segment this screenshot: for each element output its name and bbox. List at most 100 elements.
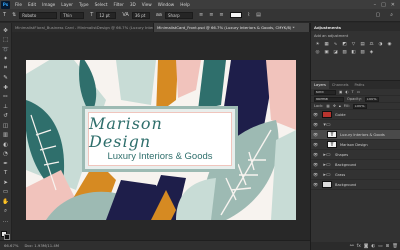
healing-brush-tool-icon[interactable]: ✚ [1, 84, 10, 92]
layer-row[interactable]: 👁︎ Guide [311, 110, 400, 120]
lasso-tool-icon[interactable]: ➰ [1, 46, 10, 54]
canvas-workspace[interactable]: Marison Design Luxury Interiors & Goods [12, 32, 310, 240]
balance-icon[interactable]: ⚖ [368, 41, 375, 47]
text-color-swatch[interactable] [229, 12, 242, 18]
vibrance-icon[interactable]: ▽ [350, 41, 357, 47]
character-panel-icon[interactable]: ▤ [256, 12, 261, 18]
brush-tool-icon[interactable]: ✏ [1, 94, 10, 102]
fx-icon[interactable]: fx [357, 244, 361, 249]
align-left-icon[interactable]: ≡ [199, 12, 203, 18]
mixer-icon[interactable]: ◎ [314, 49, 321, 55]
exposure-icon[interactable]: ◩ [341, 41, 348, 47]
lock-position-icon[interactable]: ✥ [333, 104, 336, 108]
menu-type[interactable]: Type [76, 2, 92, 7]
business-card-canvas[interactable]: Marison Design Luxury Interiors & Goods [26, 60, 296, 220]
visibility-eye-icon[interactable]: 👁︎ [313, 132, 319, 137]
posterize-icon[interactable]: ▧ [341, 49, 348, 55]
menu-file[interactable]: File [12, 2, 25, 7]
layer-row[interactable]: 👁︎ ▾▭ [311, 120, 400, 130]
blend-mode-select[interactable]: Normal [314, 96, 344, 102]
font-family-select[interactable]: Roboto [19, 11, 58, 19]
workspace-icon[interactable]: ▢ [375, 12, 380, 18]
visibility-eye-icon[interactable]: 👁︎ [313, 112, 319, 117]
layer-row[interactable]: 👁︎ ▸▭ Grass [311, 170, 400, 180]
color-swatches[interactable] [1, 230, 10, 240]
hue-icon[interactable]: ▤ [359, 41, 366, 47]
gradient-map-icon[interactable]: ▨ [359, 49, 366, 55]
eyedropper-tool-icon[interactable]: ✎ [1, 75, 10, 83]
layer-row-selected[interactable]: 👁︎ T Luxury Interiors & Goods [311, 130, 400, 140]
levels-icon[interactable]: ▦ [323, 41, 330, 47]
shape-tool-icon[interactable]: ▭ [1, 189, 10, 197]
align-center-icon[interactable]: ≡ [209, 12, 213, 18]
fill-input[interactable]: 100% [352, 103, 367, 109]
link-layers-icon[interactable]: ⚯ [350, 244, 354, 249]
visibility-eye-icon[interactable]: 👁︎ [313, 162, 319, 167]
gradient-tool-icon[interactable]: ▥ [1, 132, 10, 140]
layer-kind-filter[interactable]: Kind [314, 89, 336, 95]
photo-filter-icon[interactable]: ◉ [386, 41, 393, 47]
visibility-eye-icon[interactable]: 👁︎ [313, 182, 319, 187]
tab-layers[interactable]: Layers [311, 81, 329, 89]
visibility-eye-icon[interactable]: 👁︎ [313, 142, 319, 147]
tab-channels[interactable]: Channels [329, 81, 352, 89]
tracking-input[interactable]: 36 pt [131, 11, 150, 19]
curves-icon[interactable]: ∿ [332, 41, 339, 47]
layer-row[interactable]: 👁︎ Background [311, 180, 400, 190]
brightness-icon[interactable]: ☀ [314, 41, 321, 47]
path-selection-tool-icon[interactable]: ➤ [1, 179, 10, 187]
menu-help[interactable]: Help [177, 2, 193, 7]
new-group-icon[interactable]: ▭ [378, 244, 382, 249]
filter-type-icon[interactable]: T [352, 90, 354, 94]
threshold-icon[interactable]: ◧ [350, 49, 357, 55]
menu-edit[interactable]: Edit [25, 2, 39, 7]
filter-image-icon[interactable]: ▣ [339, 90, 342, 94]
menu-view[interactable]: View [139, 2, 155, 7]
brand-tagline-text[interactable]: Luxury Interiors & Goods [107, 151, 212, 163]
stamp-tool-icon[interactable]: ⊥ [1, 103, 10, 111]
filter-shape-icon[interactable]: ▭ [357, 90, 360, 94]
lock-pixels-icon[interactable]: ▦ [326, 104, 329, 108]
magic-wand-tool-icon[interactable]: ✦ [1, 56, 10, 64]
more-tools-icon[interactable]: … [1, 217, 10, 225]
visibility-eye-icon[interactable]: 👁︎ [313, 172, 319, 177]
history-brush-tool-icon[interactable]: ↺ [1, 113, 10, 121]
selective-color-icon[interactable]: ◈ [368, 49, 375, 55]
tab-business-card[interactable]: MinimalistFloral_Business Card - Minimal… [12, 23, 154, 32]
menu-filter[interactable]: Filter [110, 2, 126, 7]
zoom-tool-icon[interactable]: ⌕ [1, 208, 10, 216]
lookup-icon[interactable]: ▣ [323, 49, 330, 55]
menu-window[interactable]: Window [155, 2, 178, 7]
trash-icon[interactable]: 🗑︎ [392, 244, 398, 249]
zoom-level[interactable]: 66.67% [4, 243, 18, 248]
antialias-select[interactable]: Sharp [165, 11, 193, 19]
menu-layer[interactable]: Layer [58, 2, 76, 7]
layer-row[interactable]: 👁︎ ▸▭ Background [311, 160, 400, 170]
align-right-icon[interactable]: ≡ [219, 12, 223, 18]
mask-icon[interactable]: ◙ [364, 244, 368, 249]
new-layer-icon[interactable]: ⊞ [386, 244, 390, 249]
close-icon[interactable]: ✕ [391, 2, 395, 8]
background-color-swatch[interactable] [4, 233, 10, 240]
type-tool-icon[interactable]: T [3, 12, 6, 18]
search-icon[interactable]: ⌕ [390, 12, 393, 18]
maximize-icon[interactable]: □ [381, 2, 386, 8]
brand-name-text[interactable]: Marison Design [89, 115, 231, 151]
tab-paths[interactable]: Paths [352, 81, 368, 89]
marquee-tool-icon[interactable]: ⬚ [1, 37, 10, 45]
layer-row[interactable]: 👁︎ T Marison Design [311, 140, 400, 150]
warp-text-icon[interactable]: ⌇ [248, 12, 250, 18]
lock-all-icon[interactable]: 🔒︎ [339, 104, 341, 108]
visibility-eye-icon[interactable]: 👁︎ [313, 152, 319, 157]
adjustment-layer-icon[interactable]: ◐ [371, 244, 375, 249]
font-style-select[interactable]: Thin [60, 11, 85, 19]
adjustments-panel-title[interactable]: Adjustments [311, 23, 400, 31]
move-tool-icon[interactable]: ✥ [1, 27, 10, 35]
hand-tool-icon[interactable]: ✋ [1, 198, 10, 206]
blur-tool-icon[interactable]: ◐ [1, 141, 10, 149]
logo-frame[interactable]: Marison Design Luxury Interiors & Goods [82, 106, 238, 172]
visibility-eye-icon[interactable]: 👁︎ [313, 122, 319, 127]
menu-3d[interactable]: 3D [127, 2, 139, 7]
minimize-icon[interactable]: – [374, 2, 377, 8]
layer-row[interactable]: 👁︎ ▸▭ Shapes [311, 150, 400, 160]
